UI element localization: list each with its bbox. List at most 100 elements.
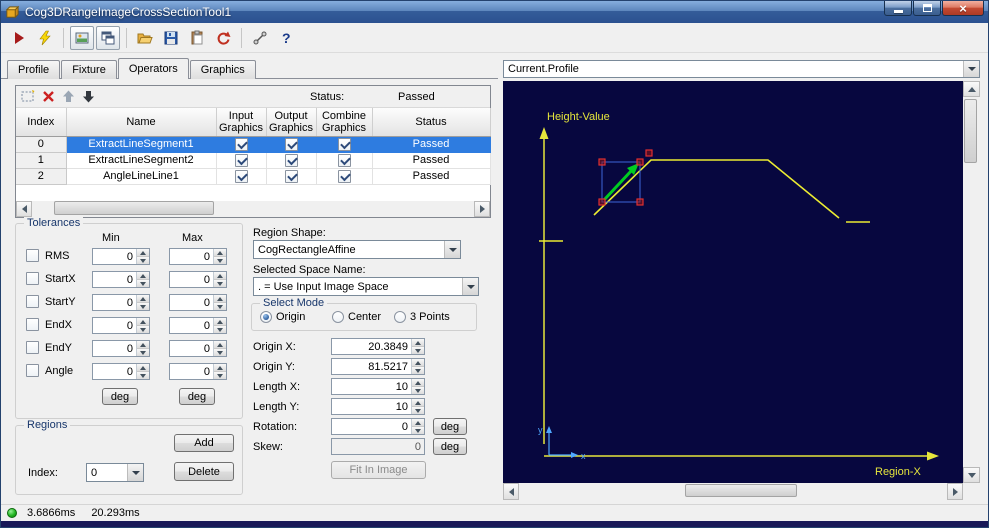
spin-down-button[interactable] <box>412 406 424 414</box>
max-deg-button[interactable]: deg <box>179 388 215 405</box>
angle-min-spinner[interactable]: 0 <box>92 363 150 380</box>
spin-down-button[interactable] <box>412 426 424 434</box>
new-operator-button[interactable] <box>18 88 38 106</box>
startx-max-spinner[interactable]: 0 <box>169 271 227 288</box>
endy-max-spinner[interactable]: 0 <box>169 340 227 357</box>
spin-up-button[interactable] <box>214 295 226 302</box>
row-combine-cell[interactable] <box>316 168 373 185</box>
spin-down-button[interactable] <box>214 256 226 264</box>
window-icon[interactable] <box>5 5 20 20</box>
length-y-spinner[interactable]: 10 <box>331 398 425 415</box>
combine-graphics-checkbox[interactable] <box>337 169 351 183</box>
scroll-thumb[interactable] <box>964 99 977 163</box>
spin-down-button[interactable] <box>137 279 149 287</box>
output-graphics-checkbox[interactable] <box>284 137 298 151</box>
spin-up-button[interactable] <box>214 249 226 256</box>
combine-graphics-checkbox[interactable] <box>337 153 351 167</box>
starty-min-spinner[interactable]: 0 <box>92 294 150 311</box>
scroll-left-button[interactable] <box>16 201 32 217</box>
spin-down-button[interactable] <box>214 348 226 356</box>
mode-3points-radio[interactable]: 3 Points <box>394 311 450 323</box>
input-graphics-checkbox[interactable] <box>234 137 248 151</box>
starty-max-spinner[interactable]: 0 <box>169 294 227 311</box>
move-up-button[interactable] <box>58 88 78 106</box>
row-name-cell[interactable]: AngleLineLine1 <box>66 168 217 185</box>
close-button[interactable]: × <box>942 1 984 16</box>
scroll-track[interactable] <box>963 97 980 467</box>
spin-down-button[interactable] <box>137 348 149 356</box>
row-name-cell[interactable]: ExtractLineSegment1 <box>66 136 217 153</box>
segment-arrow[interactable] <box>602 168 634 202</box>
region-shape-dropdown[interactable]: CogRectangleAffine <box>253 240 461 259</box>
run-electric-button[interactable] <box>33 26 57 50</box>
startx-checkbox[interactable] <box>26 272 39 285</box>
paste-results-button[interactable] <box>185 26 209 50</box>
spin-up-button[interactable] <box>214 272 226 279</box>
row-input-cell[interactable] <box>216 136 267 153</box>
row-output-cell[interactable] <box>266 136 317 153</box>
rotation-spinner[interactable]: 0 <box>331 418 425 435</box>
add-region-button[interactable]: Add <box>174 434 234 452</box>
angle-max-spinner[interactable]: 0 <box>169 363 227 380</box>
tab-profile[interactable]: Profile <box>7 60 61 79</box>
min-deg-button[interactable]: deg <box>102 388 138 405</box>
endx-min-spinner[interactable]: 0 <box>92 317 150 334</box>
spin-up-button[interactable] <box>137 341 149 348</box>
scroll-track[interactable] <box>32 201 474 217</box>
drag-handle[interactable] <box>636 198 644 206</box>
display-vertical-scrollbar[interactable] <box>963 81 980 483</box>
skew-deg-button[interactable]: deg <box>433 438 467 455</box>
row-combine-cell[interactable] <box>316 152 373 169</box>
grid-horizontal-scrollbar[interactable] <box>16 201 490 217</box>
endx-max-spinner[interactable]: 0 <box>169 317 227 334</box>
row-input-cell[interactable] <box>216 168 267 185</box>
drag-handle[interactable] <box>636 158 644 166</box>
row-name-cell[interactable]: ExtractLineSegment2 <box>66 152 217 169</box>
row-status-cell[interactable]: Passed <box>372 136 491 153</box>
rms-min-spinner[interactable]: 0 <box>92 248 150 265</box>
spin-up-button[interactable] <box>412 359 424 366</box>
spin-up-button[interactable] <box>412 399 424 406</box>
spin-down-button[interactable] <box>214 279 226 287</box>
chevron-down-icon[interactable] <box>963 61 979 77</box>
endy-checkbox[interactable] <box>26 341 39 354</box>
drag-handle[interactable] <box>598 198 606 206</box>
input-graphics-checkbox[interactable] <box>234 169 248 183</box>
spin-down-button[interactable] <box>137 371 149 379</box>
row-output-cell[interactable] <box>266 152 317 169</box>
scroll-left-button[interactable] <box>503 483 519 500</box>
scroll-down-button[interactable] <box>963 467 980 483</box>
starty-checkbox[interactable] <box>26 295 39 308</box>
region-selection-graphic[interactable] <box>598 149 653 206</box>
calibration-button[interactable] <box>248 26 272 50</box>
spin-down-button[interactable] <box>214 325 226 333</box>
input-graphics-checkbox[interactable] <box>234 153 248 167</box>
row-index-cell[interactable]: 2 <box>16 168 67 185</box>
scroll-thumb[interactable] <box>685 484 797 497</box>
run-button[interactable] <box>7 26 31 50</box>
table-row[interactable]: 1 ExtractLineSegment2 Passed <box>16 152 491 169</box>
chevron-down-icon[interactable] <box>444 241 460 258</box>
rotation-deg-button[interactable]: deg <box>433 418 467 435</box>
spin-up-button[interactable] <box>412 339 424 346</box>
rms-max-spinner[interactable]: 0 <box>169 248 227 265</box>
tab-operators[interactable]: Operators <box>117 58 189 79</box>
row-input-cell[interactable] <box>216 152 267 169</box>
rms-checkbox[interactable] <box>26 249 39 262</box>
angle-checkbox[interactable] <box>26 364 39 377</box>
spin-up-button[interactable] <box>137 364 149 371</box>
spin-up-button[interactable] <box>214 318 226 325</box>
scroll-right-button[interactable] <box>947 483 963 500</box>
scroll-right-button[interactable] <box>474 201 490 217</box>
output-graphics-checkbox[interactable] <box>284 153 298 167</box>
spin-up-button[interactable] <box>137 272 149 279</box>
spin-down-button[interactable] <box>137 325 149 333</box>
spin-down-button[interactable] <box>137 256 149 264</box>
spin-down-button[interactable] <box>412 346 424 354</box>
record-selector-dropdown[interactable]: Current.Profile <box>503 60 980 78</box>
row-status-cell[interactable]: Passed <box>372 168 491 185</box>
tab-fixture[interactable]: Fixture <box>61 60 117 79</box>
output-graphics-checkbox[interactable] <box>284 169 298 183</box>
spin-up-button[interactable] <box>412 419 424 426</box>
spin-down-button[interactable] <box>412 366 424 374</box>
